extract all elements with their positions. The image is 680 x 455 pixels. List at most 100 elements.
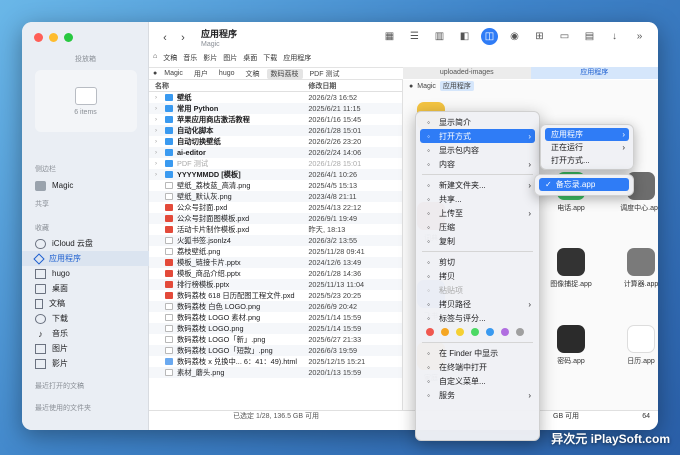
favorite-item[interactable]: 下载	[263, 53, 277, 63]
menu-item[interactable]: ◦ 上传至 ›	[420, 206, 535, 220]
favorite-item[interactable]: 影片	[203, 53, 217, 63]
table-row[interactable]: 数码荔枝 白色 LOGO.png 2026/6/9 20:42	[149, 301, 402, 312]
icon-view-icon[interactable]: ▦	[381, 28, 398, 45]
recent-folders-title[interactable]: 最近使用的文件夹	[22, 403, 149, 413]
menu-item[interactable]: ◦ 打开方式 ›	[420, 129, 535, 143]
menu-item[interactable]: ◦ 拷贝	[420, 269, 535, 283]
breadcrumb[interactable]: Magic	[160, 70, 187, 77]
window-icon[interactable]: ▭	[556, 28, 573, 45]
tab-applications[interactable]: 应用程序	[530, 67, 658, 79]
menu-item[interactable]: ◦ 新建文件夹... ›	[420, 178, 535, 192]
sidebar-item-movies[interactable]: 影片	[22, 356, 149, 371]
table-row[interactable]: 荔枝壁纸.png 2025/11/28 09:41	[149, 246, 402, 257]
breadcrumb[interactable]: 用户	[190, 69, 212, 79]
breadcrumb[interactable]: 数码荔枝	[266, 68, 303, 79]
zoom-button[interactable]	[64, 33, 73, 42]
menu-item[interactable]: ◦ 显示包内容	[420, 143, 535, 157]
breadcrumb[interactable]: 文稿	[242, 69, 264, 79]
column-name[interactable]: 名称	[149, 81, 308, 91]
sidebar-item-documents[interactable]: 文稿	[22, 296, 149, 311]
menu-item[interactable]: ◦ 内容 ›	[420, 157, 535, 171]
sidebar-item-desktop[interactable]: 桌面	[22, 281, 149, 296]
tag-color-dot[interactable]	[516, 328, 524, 336]
favorite-item[interactable]: 音乐	[183, 53, 197, 63]
disclosure-icon[interactable]: ›	[155, 128, 161, 134]
more-icon[interactable]: »	[631, 28, 648, 45]
menu-item[interactable]: ◦ 服务 ›	[420, 388, 535, 402]
forward-button[interactable]: ›	[175, 30, 191, 46]
menu-item[interactable]: ◦ 剪切	[420, 255, 535, 269]
app-tile[interactable]: 图像捕捉.app	[550, 248, 592, 289]
breadcrumb[interactable]: Magic	[417, 83, 436, 90]
table-row[interactable]: 模板_链接卡片.pptx 2024/12/6 13:49	[149, 257, 402, 268]
table-row[interactable]: › 自动化脚本 2026/1/28 15:01	[149, 125, 402, 136]
sidebar-item-magic[interactable]: Magic	[22, 178, 149, 193]
favorite-item[interactable]: 应用程序	[283, 53, 311, 63]
tag-color-dot[interactable]	[426, 328, 434, 336]
sidebar-item-pictures[interactable]: 图片	[22, 341, 149, 356]
column-view-icon[interactable]: ▥	[431, 28, 448, 45]
app-tile[interactable]: 密码.app	[551, 325, 591, 366]
close-button[interactable]	[34, 33, 43, 42]
tag-color-dot[interactable]	[486, 328, 494, 336]
favorite-item[interactable]: 文稿	[163, 53, 177, 63]
note-icon[interactable]: ▤	[581, 28, 598, 45]
breadcrumb[interactable]: hugo	[215, 70, 239, 77]
sidebar-item-icloud[interactable]: iCloud 云盘	[22, 236, 149, 251]
minimize-button[interactable]	[49, 33, 58, 42]
menu-item[interactable]: ◦ 自定义菜单...	[420, 374, 535, 388]
table-row[interactable]: 火狐书签.jsonlz4 2026/3/2 13:55	[149, 235, 402, 246]
disclosure-icon[interactable]: ›	[155, 117, 161, 123]
table-row[interactable]: › 自动切换壁纸 2026/2/26 23:20	[149, 136, 402, 147]
shelf-dropzone[interactable]: 6 items	[34, 70, 137, 132]
favorite-item[interactable]: 图片	[223, 53, 237, 63]
submenu-running[interactable]: 正在运行 ›	[545, 141, 629, 154]
sidebar-item-home[interactable]: hugo	[22, 266, 149, 281]
submenu-open-with[interactable]: 打开方式...	[545, 154, 629, 167]
tag-color-dot[interactable]	[441, 328, 449, 336]
table-row[interactable]: › ai-editor 2026/2/24 14:06	[149, 147, 402, 158]
table-row[interactable]: 数码荔枝 LOGO「短款」.png 2026/6/3 19:59	[149, 345, 402, 356]
table-row[interactable]: › 苹果应用商店激活教程 2026/1/16 15:45	[149, 114, 402, 125]
table-row[interactable]: 壁纸_荔枝蓝_高清.png 2025/4/5 15:13	[149, 180, 402, 191]
back-button[interactable]: ‹	[157, 30, 173, 46]
breadcrumb[interactable]: PDF 测试	[306, 69, 344, 79]
table-row[interactable]: 数码荔枝 x 兑换中... 6：41：49).html 2025/12/15 15…	[149, 356, 402, 367]
table-row[interactable]: › YYYYMMDD [模板] 2026/4/1 10:26	[149, 169, 402, 180]
disclosure-icon[interactable]: ›	[155, 172, 161, 178]
home-icon[interactable]: ⌂	[153, 53, 157, 63]
tab-uploaded-images[interactable]: uploaded-images	[403, 67, 531, 79]
table-row[interactable]: 模板_商品介绍.pptx 2026/1/28 14:36	[149, 268, 402, 279]
app-tile[interactable]: 计算器.app	[621, 248, 658, 289]
tag-color-dot[interactable]	[456, 328, 464, 336]
table-row[interactable]: › 壁纸 2026/2/3 16:52	[149, 92, 402, 103]
disclosure-icon[interactable]: ›	[155, 161, 161, 167]
submenu-notes-app[interactable]: ✓ 备忘录.app	[539, 178, 629, 191]
menu-item[interactable]: ◦ 拷贝路径 ›	[420, 297, 535, 311]
table-row[interactable]: 公众号封面.pxd 2025/4/13 22:12	[149, 202, 402, 213]
favorite-item[interactable]: 桌面	[243, 53, 257, 63]
table-row[interactable]: › PDF 测试 2026/1/28 15:01	[149, 158, 402, 169]
download-arrow-icon[interactable]: ↓	[606, 28, 623, 45]
recent-documents-title[interactable]: 最近打开的文稿	[22, 381, 149, 391]
disclosure-icon[interactable]: ›	[155, 139, 161, 145]
list-view-icon[interactable]: ☰	[406, 28, 423, 45]
preview-eye-icon[interactable]: ◉	[506, 28, 523, 45]
table-row[interactable]: 排行榜模板.pptx 2025/11/13 11:04	[149, 279, 402, 290]
gallery-view-icon[interactable]: ◧	[456, 28, 473, 45]
submenu-applications[interactable]: 应用程序 ›	[545, 128, 629, 141]
table-row[interactable]: › 常用 Python 2025/6/21 11:15	[149, 103, 402, 114]
column-date[interactable]: 修改日期	[308, 81, 402, 91]
menu-item[interactable]: ◦ 在终端中打开	[420, 360, 535, 374]
tag-color-dot[interactable]	[501, 328, 509, 336]
grid-icon[interactable]: ⊞	[531, 28, 548, 45]
table-row[interactable]: 数码荔枝 LOGO 素材.png 2025/1/14 15:59	[149, 312, 402, 323]
menu-item[interactable]: ◦ 共享...	[420, 192, 535, 206]
disclosure-icon[interactable]: ›	[155, 150, 161, 156]
table-row[interactable]: 数码荔枝 LOGO.png 2025/1/14 15:59	[149, 323, 402, 334]
sidebar-item-music[interactable]: ♪ 音乐	[22, 326, 149, 341]
dual-pane-icon[interactable]: ◫	[481, 28, 498, 45]
table-row[interactable]: 壁纸_默认灰.png 2023/4/8 21:11	[149, 191, 402, 202]
table-row[interactable]: 活动卡片制作模板.pxd 昨天, 18:13	[149, 224, 402, 235]
breadcrumb[interactable]: 应用程序	[439, 81, 474, 91]
